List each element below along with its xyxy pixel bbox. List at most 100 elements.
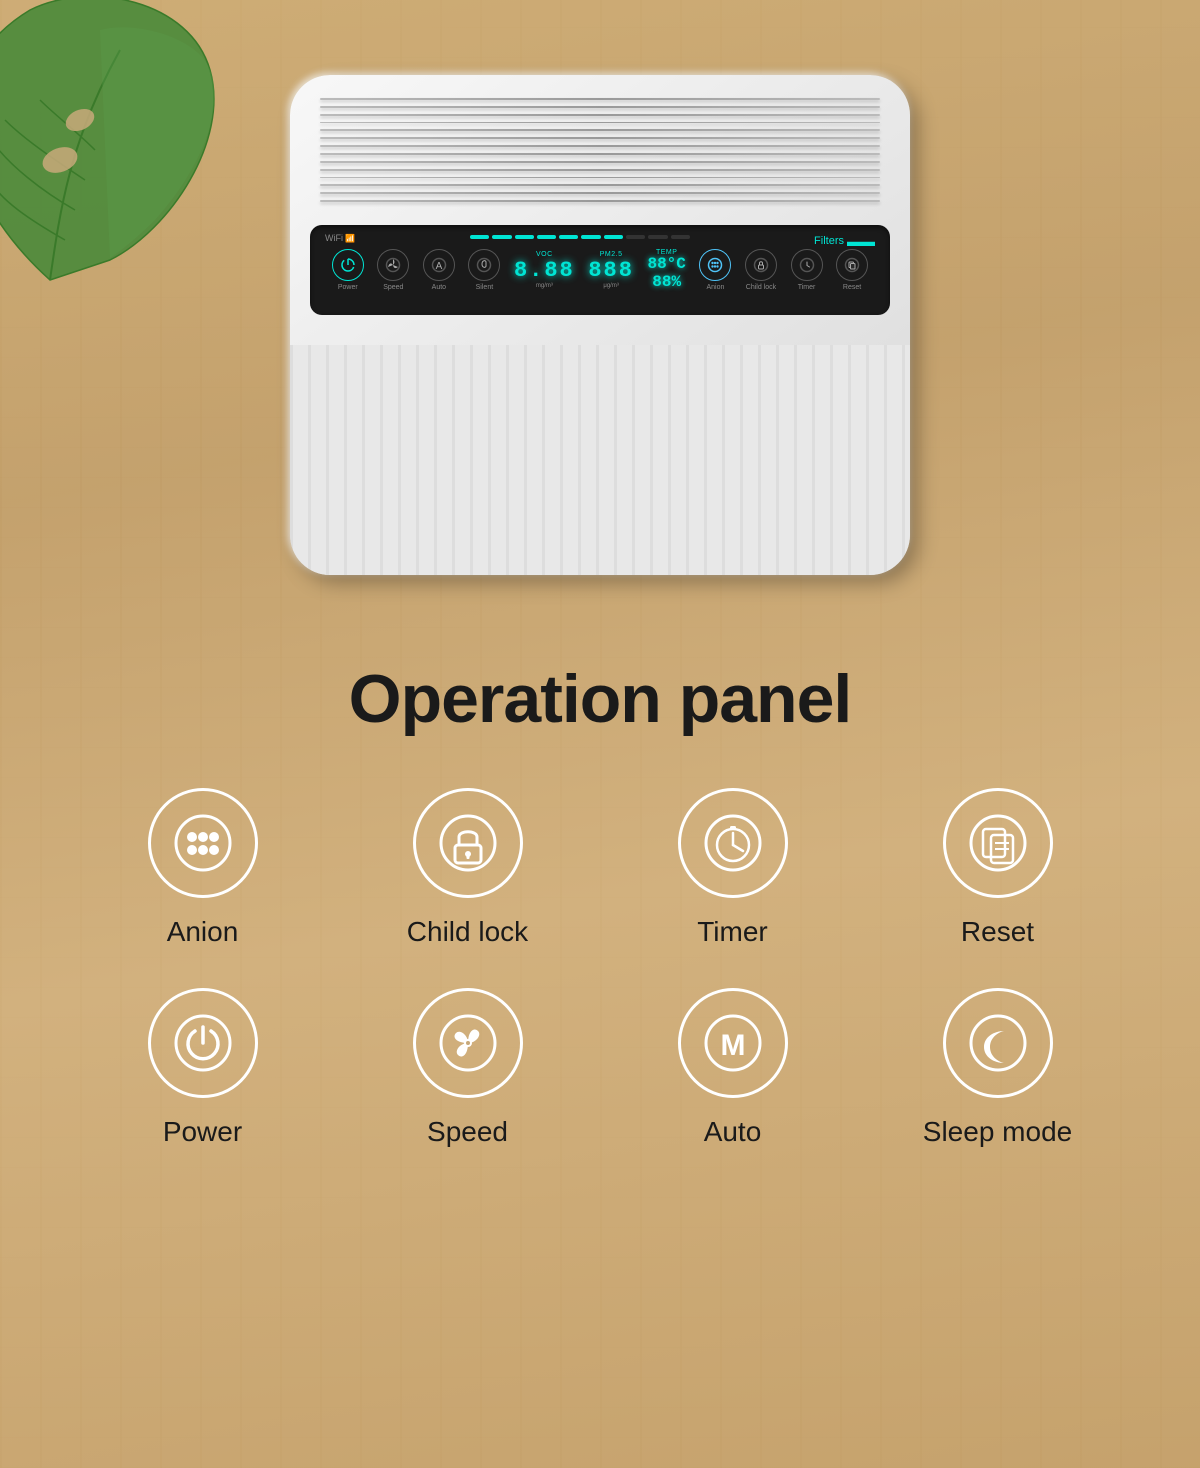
leaf-decoration bbox=[0, 0, 230, 310]
vent-line bbox=[320, 137, 880, 139]
panel-silent-button[interactable]: Silent bbox=[468, 249, 500, 291]
sleep-mode-circle-icon bbox=[943, 988, 1053, 1098]
voc-label: VOC bbox=[536, 251, 553, 258]
auto-circle-icon: M bbox=[678, 988, 788, 1098]
power-circle-icon bbox=[148, 988, 258, 1098]
panel-timer-button[interactable]: Timer bbox=[791, 249, 823, 291]
voc-value: 8.88 bbox=[514, 258, 575, 283]
page-wrapper: WiFi 📶 bbox=[0, 0, 1200, 1208]
panel-auto-button[interactable]: A Auto bbox=[423, 249, 455, 291]
power-label: Power bbox=[338, 284, 358, 291]
vent-line bbox=[320, 98, 880, 100]
vent-line bbox=[320, 169, 880, 171]
reset-icon bbox=[836, 249, 868, 281]
purifier-body: WiFi 📶 bbox=[290, 75, 910, 575]
pm25-value: 888 bbox=[588, 258, 634, 283]
icon-item-power: Power bbox=[80, 988, 325, 1148]
wifi-indicator: WiFi 📶 bbox=[325, 233, 355, 243]
panel-child-lock-button[interactable]: Child lock bbox=[745, 249, 777, 291]
vent-line bbox=[320, 200, 880, 202]
icon-item-speed: Speed bbox=[345, 988, 590, 1148]
device-section: WiFi 📶 bbox=[0, 0, 1200, 620]
pm25-unit: μg/m³ bbox=[603, 283, 618, 289]
svg-text:A: A bbox=[436, 261, 443, 272]
filters-indicator: Filters ▬▬ bbox=[814, 233, 875, 249]
speed-label-text: Speed bbox=[427, 1116, 508, 1148]
pm25-display: PM2.5 888 μg/m³ bbox=[588, 251, 634, 289]
vent-line bbox=[320, 192, 880, 194]
temp-display: TEMP 88°C 88% bbox=[647, 249, 685, 291]
vent-line bbox=[320, 122, 880, 124]
bar-segment bbox=[559, 235, 578, 239]
icon-item-sleep-mode: Sleep mode bbox=[875, 988, 1120, 1148]
voc-unit: mg/m³ bbox=[536, 283, 553, 289]
vent-line bbox=[320, 153, 880, 155]
child-lock-label-text: Child lock bbox=[407, 916, 528, 948]
icons-grid: Anion Child lock bbox=[0, 788, 1200, 1148]
vent-line bbox=[320, 129, 880, 131]
panel-speed-button[interactable]: Speed bbox=[377, 249, 409, 291]
auto-label-text: Auto bbox=[704, 1116, 762, 1148]
vent-line bbox=[320, 145, 880, 147]
side-vents bbox=[290, 345, 910, 575]
timer-label-text: Timer bbox=[697, 916, 768, 948]
bar-segment bbox=[581, 235, 600, 239]
vent-line bbox=[320, 106, 880, 108]
timer-label: Timer bbox=[798, 284, 816, 291]
bar-segment bbox=[492, 235, 511, 239]
pm25-label: PM2.5 bbox=[600, 251, 623, 258]
anion-label-text: Anion bbox=[167, 916, 239, 948]
silent-label: Silent bbox=[476, 284, 494, 291]
air-purifier: WiFi 📶 bbox=[260, 45, 940, 605]
reset-circle-icon bbox=[943, 788, 1053, 898]
icon-item-anion: Anion bbox=[80, 788, 325, 948]
vent-line bbox=[320, 184, 880, 186]
icon-item-timer: Timer bbox=[610, 788, 855, 948]
bar-segment bbox=[515, 235, 534, 239]
icon-item-reset: Reset bbox=[875, 788, 1120, 948]
auto-icon: A bbox=[423, 249, 455, 281]
vent-line bbox=[320, 161, 880, 163]
timer-icon bbox=[791, 249, 823, 281]
filters-label: Filters bbox=[814, 235, 844, 247]
timer-circle-icon bbox=[678, 788, 788, 898]
icon-item-auto: M Auto bbox=[610, 988, 855, 1148]
bar-segment bbox=[626, 235, 645, 239]
child-lock-icon bbox=[745, 249, 777, 281]
temp-value2: 88% bbox=[652, 274, 681, 292]
bar-segment bbox=[604, 235, 623, 239]
temp-values: 88°C 88% bbox=[647, 256, 685, 291]
panel-reset-button[interactable]: Reset bbox=[836, 249, 868, 291]
power-icon bbox=[332, 249, 364, 281]
panel-anion-button[interactable]: Anion bbox=[699, 249, 731, 291]
control-panel: WiFi 📶 bbox=[310, 225, 890, 315]
speed-circle-icon bbox=[413, 988, 523, 1098]
reset-label-text: Reset bbox=[961, 916, 1034, 948]
power-label-text: Power bbox=[163, 1116, 242, 1148]
speed-label: Speed bbox=[383, 284, 403, 291]
panel-power-button[interactable]: Power bbox=[332, 249, 364, 291]
anion-icon bbox=[699, 249, 731, 281]
sleep-mode-label-text: Sleep mode bbox=[923, 1116, 1072, 1148]
panel-bar bbox=[470, 233, 690, 241]
reset-label: Reset bbox=[843, 284, 861, 291]
vent-line bbox=[320, 114, 880, 116]
auto-label: Auto bbox=[432, 284, 446, 291]
temp-value1: 88°C bbox=[647, 256, 685, 274]
child-lock-label: Child lock bbox=[746, 284, 776, 291]
svg-text:M: M bbox=[720, 1029, 745, 1062]
bar-segment bbox=[648, 235, 667, 239]
bar-segment bbox=[671, 235, 690, 239]
vent-line bbox=[320, 177, 880, 179]
child-lock-circle-icon bbox=[413, 788, 523, 898]
section-title: Operation panel bbox=[349, 660, 852, 738]
anion-label: Anion bbox=[706, 284, 724, 291]
anion-circle-icon bbox=[148, 788, 258, 898]
silent-icon bbox=[468, 249, 500, 281]
speed-icon bbox=[377, 249, 409, 281]
top-vents bbox=[320, 90, 880, 210]
bar-segment bbox=[470, 235, 489, 239]
voc-display: VOC 8.88 mg/m³ bbox=[514, 251, 575, 289]
bar-segment bbox=[537, 235, 556, 239]
icon-item-child-lock: Child lock bbox=[345, 788, 590, 948]
